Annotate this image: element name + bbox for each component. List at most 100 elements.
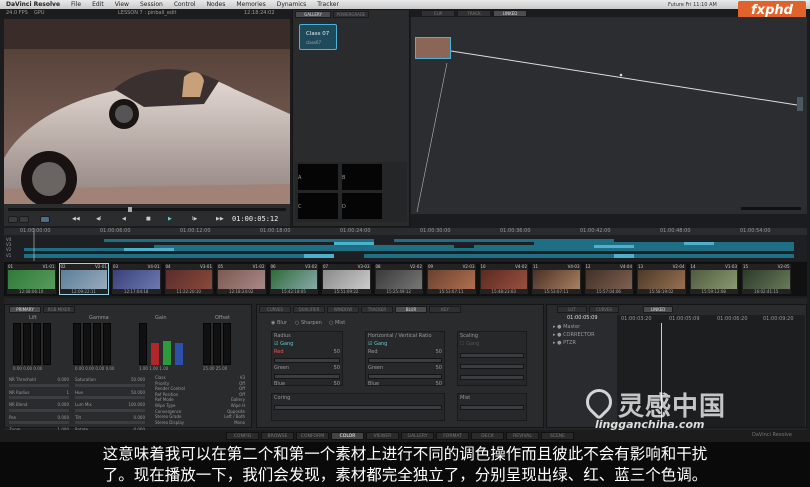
lift-g-slider[interactable] — [33, 323, 41, 365]
tab-key[interactable]: KEY — [429, 306, 461, 313]
lift-b-slider[interactable] — [43, 323, 51, 365]
radius-blue-row[interactable]: Blue 50 — [274, 382, 340, 387]
radius-red-slider[interactable] — [274, 358, 340, 363]
hv-blue-row[interactable]: Blue 50 — [368, 382, 442, 387]
clip-thumbnail[interactable]: 03 V4-01 12:17:04:18 — [111, 263, 162, 295]
tab-curves[interactable]: CURVES — [589, 306, 619, 313]
memory-cell-c[interactable]: C — [298, 193, 338, 219]
clip-thumbnail[interactable]: 07 V3-03 15:51:09:22 — [321, 263, 372, 295]
param-row[interactable]: Saturation 50.000 — [75, 377, 145, 383]
clip-thumbnail[interactable]: 13 V2-04 15:58:19:02 — [636, 263, 687, 295]
page-tab-config[interactable]: CONFIG — [226, 432, 259, 440]
page-tab-scene[interactable]: SCENE — [541, 432, 574, 440]
scaling-green-slider[interactable] — [460, 364, 524, 369]
clip-thumbnail[interactable]: 15 V2-05 16:02:41:15 — [741, 263, 792, 295]
offset-g-slider[interactable] — [213, 323, 221, 365]
menu-control[interactable]: Control — [174, 1, 196, 8]
radius-green-slider[interactable] — [274, 374, 340, 379]
hv-green-row[interactable]: Green 50 — [368, 366, 442, 371]
tab-qualifier[interactable]: QUALIFIER — [293, 306, 325, 313]
menu-dynamics[interactable]: Dynamics — [277, 1, 307, 8]
param-row[interactable]: NR Threshold 0.000 — [9, 377, 69, 383]
tab-tracker[interactable]: TRACKER — [361, 306, 393, 313]
rewind-icon[interactable]: ◀◀ — [72, 217, 80, 222]
param-slider[interactable] — [9, 383, 69, 387]
param-row[interactable]: Hue 50.000 — [75, 390, 145, 396]
node-graph[interactable]: CLIP TRACK LINKED — [411, 10, 807, 214]
page-tab-conform[interactable]: CONFORM — [296, 432, 329, 440]
clip-thumbnail[interactable]: 11 V4-03 15:53:07:11 — [531, 263, 582, 295]
radius-red-row[interactable]: Red 50 — [274, 350, 340, 355]
app-menu[interactable]: DaVinci Resolve — [6, 1, 60, 8]
page-tab-viewer[interactable]: VIEWER — [366, 432, 399, 440]
param-slider[interactable] — [75, 421, 145, 425]
param-slider[interactable] — [9, 396, 69, 400]
offset-r-slider[interactable] — [203, 323, 211, 365]
scaling-red-slider[interactable] — [460, 353, 524, 358]
menu-nodes[interactable]: Nodes — [207, 1, 226, 8]
clip-thumbnail[interactable]: 08 V2-02 15:25:49:12 — [373, 263, 424, 295]
mode-mist[interactable]: ○ Mist — [329, 321, 345, 326]
tab-curves[interactable]: CURVES — [259, 306, 291, 313]
mode-sharpen[interactable]: ○ Sharpen — [295, 321, 322, 326]
gamma-r-slider[interactable] — [83, 323, 91, 365]
tab-powergrade[interactable]: POWERGRADE — [333, 11, 369, 18]
reverse-play-icon[interactable]: ◀ — [122, 217, 126, 222]
clip-thumbnail[interactable]: 04 V3-01 11:22:20:10 — [163, 263, 214, 295]
hv-red-row[interactable]: Red 50 — [368, 350, 442, 355]
hv-green-slider[interactable] — [368, 374, 442, 379]
viewer-split-button[interactable] — [19, 216, 29, 223]
node-item-corrector[interactable]: ▸ ● CORRECTOR — [553, 333, 615, 338]
param-slider[interactable] — [9, 408, 69, 412]
page-tab-browse[interactable]: BROWSE — [261, 432, 294, 440]
clip-thumbnail[interactable]: 05 V1-02 12:18:24:02 — [216, 263, 267, 295]
lift-y-slider[interactable] — [13, 323, 21, 365]
param-slider[interactable] — [9, 421, 69, 425]
memory-cell-a[interactable]: A — [298, 164, 338, 190]
play-icon[interactable]: ▶ — [168, 217, 172, 222]
scaling-blue-slider[interactable] — [460, 375, 524, 380]
page-tab-gallery[interactable]: GALLERY — [401, 432, 434, 440]
stop-icon[interactable]: ■ — [146, 217, 151, 222]
tab-clip[interactable]: CLIP — [421, 10, 455, 17]
clip-thumbnail[interactable]: 12 V4-04 15:57:04:06 — [583, 263, 634, 295]
step-back-icon[interactable]: ◀I — [96, 217, 101, 222]
scrub-handle[interactable] — [128, 207, 132, 212]
menu-file[interactable]: File — [71, 1, 81, 8]
hv-red-slider[interactable] — [368, 358, 442, 363]
clip-thumbnail[interactable]: 01 V1-01 12:08:06:10 — [6, 263, 57, 295]
info-row[interactable]: Stereo Display Mono — [155, 420, 245, 426]
node-01[interactable] — [415, 37, 451, 59]
clip-thumbnail[interactable]: 06 V3-02 15:42:18:05 — [268, 263, 319, 295]
clip-thumbnail[interactable]: 10 V4-02 15:48:23:03 — [478, 263, 529, 295]
offset-b-slider[interactable] — [223, 323, 231, 365]
param-row[interactable]: Lum Mix 100.000 — [75, 402, 145, 408]
mode-blur[interactable]: ◉ Blur — [271, 321, 287, 326]
tab-rgb-mixer[interactable]: RGB MIXER — [43, 306, 75, 313]
menu-tracker[interactable]: Tracker — [317, 1, 339, 8]
param-slider[interactable] — [75, 396, 145, 400]
output-node[interactable] — [797, 97, 803, 111]
menu-view[interactable]: View — [115, 1, 129, 8]
timeline[interactable]: 01:00:00:00 01:00:06:00 01:00:12:00 01:0… — [4, 228, 807, 261]
memory-cell-d[interactable]: D — [342, 193, 382, 219]
param-row[interactable]: NR Blend 0.000 — [9, 402, 69, 408]
tab-window[interactable]: WINDOW — [327, 306, 359, 313]
clip-thumbnail[interactable]: 09 V2-03 15:53:07:11 — [426, 263, 477, 295]
node-item-ptzr[interactable]: ▸ ● PTZR — [553, 341, 615, 346]
gamma-y-slider[interactable] — [73, 323, 81, 365]
param-row[interactable]: Tilt 0.000 — [75, 415, 145, 421]
scrub-track[interactable] — [8, 207, 286, 212]
param-row[interactable]: Pan 0.000 — [9, 415, 69, 421]
menu-edit[interactable]: Edit — [92, 1, 104, 8]
tab-gallery[interactable]: GALLERY — [295, 11, 331, 18]
fast-forward-icon[interactable]: ▶▶ — [216, 217, 224, 222]
page-tab-revival[interactable]: REVIVAL — [506, 432, 539, 440]
radius-gang-checkbox[interactable]: ☑ Gang — [274, 342, 340, 347]
viewer-mode-button[interactable] — [8, 216, 18, 223]
clip-thumbnail[interactable]: 02 V2-01 12:09:22:11 — [58, 263, 109, 295]
mist-slider[interactable] — [460, 405, 524, 410]
param-slider[interactable] — [75, 383, 145, 387]
tab-linked[interactable]: LINKED — [493, 10, 527, 17]
clip-thumbnail[interactable]: 14 V1-03 15:59:12:08 — [688, 263, 739, 295]
